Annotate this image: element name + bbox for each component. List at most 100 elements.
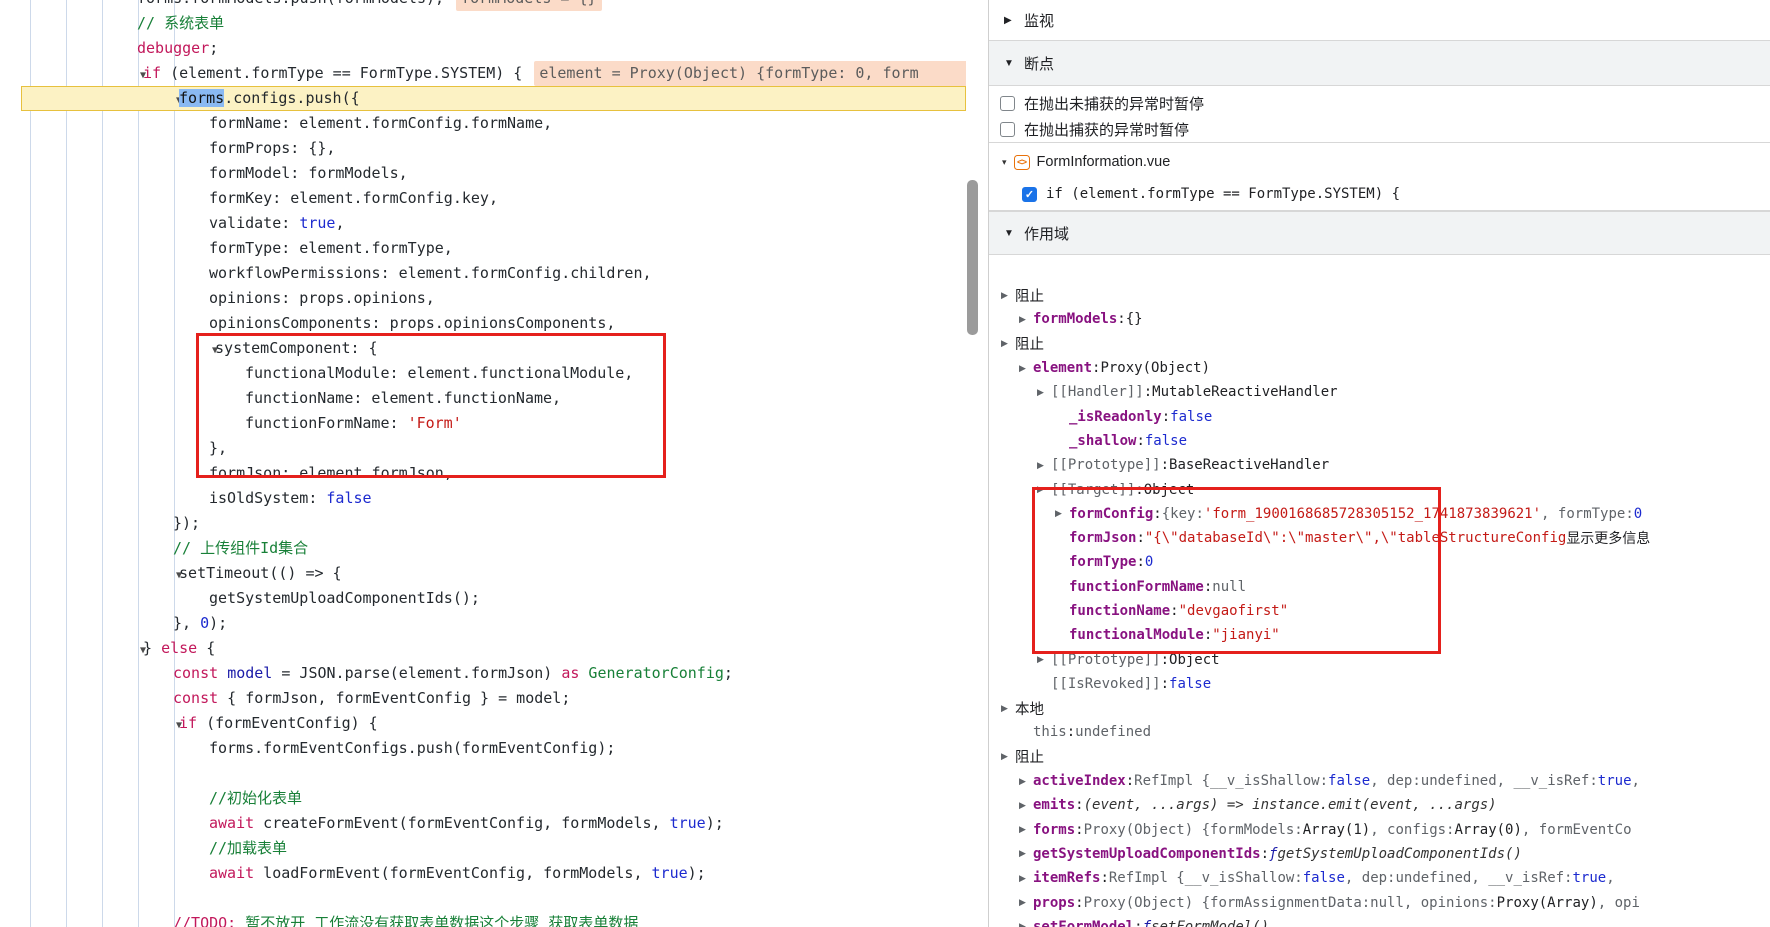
- code-token: 0: [200, 614, 209, 632]
- code-token: model: [227, 664, 272, 682]
- code-token: forms.formEventConfigs.push(formEventCon…: [209, 739, 615, 757]
- scope-row[interactable]: ▶props: Proxy(Object) {formAssignmentDat…: [989, 890, 1770, 914]
- code-line[interactable]: });: [0, 511, 966, 536]
- scope-row[interactable]: ▶forms: Proxy(Object) {formModels: Array…: [989, 818, 1770, 842]
- code-line[interactable]: // 系统表单: [0, 11, 966, 36]
- disclosure-triangle-icon[interactable]: ▶: [1019, 921, 1033, 927]
- disclosure-triangle-icon[interactable]: ▶: [1019, 824, 1033, 835]
- code-line[interactable]: getSystemUploadComponentIds();: [0, 586, 966, 611]
- code-line[interactable]: formModel: formModels,: [0, 161, 966, 186]
- code-line[interactable]: validate: true,: [0, 211, 966, 236]
- disclosure-triangle-icon[interactable]: ▶: [1019, 897, 1033, 908]
- code-token: formKey: element.formConfig.key,: [209, 189, 498, 207]
- scope-row[interactable]: ▶itemRefs: RefImpl {__v_isShallow: false…: [989, 866, 1770, 890]
- property-name: itemRefs: [1033, 870, 1100, 886]
- property-name: this: [1033, 724, 1067, 740]
- disclosure-triangle-icon[interactable]: ▶: [1019, 314, 1033, 325]
- code-line[interactable]: //初始化表单: [0, 786, 966, 811]
- code-line[interactable]: [0, 886, 966, 911]
- scope-row[interactable]: ▶阻止: [989, 745, 1770, 769]
- scope-row[interactable]: ▶setFormModel: ƒ setFormModel(): [989, 915, 1770, 927]
- property-value: undefined: [1421, 773, 1497, 789]
- checkbox[interactable]: [1000, 122, 1015, 137]
- colon: :: [1092, 360, 1100, 376]
- property-value: , opi: [1598, 895, 1640, 911]
- scope-row[interactable]: ▶[[Prototype]]: BaseReactiveHandler: [989, 453, 1770, 477]
- scope-row[interactable]: ▶getSystemUploadComponentIds: ƒ getSyste…: [989, 842, 1770, 866]
- property-value: ,: [1606, 870, 1614, 886]
- code-line[interactable]: const model = JSON.parse(element.formJso…: [0, 661, 966, 686]
- scope-row[interactable]: _isReadonly: false: [989, 404, 1770, 428]
- code-line[interactable]: isOldSystem: false: [0, 486, 966, 511]
- disclosure-triangle-icon[interactable]: ▶: [1001, 290, 1015, 301]
- pause-on-exception-option[interactable]: 在抛出捕获的异常时暂停: [989, 116, 1770, 142]
- scope-row[interactable]: ▶本地: [989, 696, 1770, 720]
- chevron-down-icon: ▾: [1002, 157, 1007, 168]
- code-line[interactable]: formKey: element.formConfig.key,: [0, 186, 966, 211]
- scope-row[interactable]: ▶阻止: [989, 332, 1770, 356]
- code-line[interactable]: //TODO: 暂不放开 工作流没有获取表单数据这个步骤 获取表单数据: [0, 911, 966, 927]
- disclosure-triangle-icon[interactable]: ▶: [1001, 703, 1015, 714]
- checkbox[interactable]: [1000, 96, 1015, 111]
- disclosure-triangle-icon[interactable]: ▶: [1019, 848, 1033, 859]
- code-line[interactable]: // 上传组件Id集合: [0, 536, 966, 561]
- property-value: (event, ...args) => instance.emit(event,…: [1084, 797, 1497, 813]
- breakpoint-checkbox[interactable]: ✓: [1022, 187, 1037, 202]
- code-line[interactable]: formProps: {},: [0, 136, 966, 161]
- breakpoint-file-group[interactable]: ▾ <> FormInformation.vue: [989, 143, 1770, 181]
- code-line[interactable]: debugger;: [0, 36, 966, 61]
- disclosure-triangle-icon[interactable]: ▶: [1001, 338, 1015, 349]
- disclosure-triangle-icon[interactable]: ▶: [1037, 460, 1051, 471]
- code-line[interactable]: [0, 761, 966, 786]
- code-line[interactable]: forms.formEventConfigs.push(formEventCon…: [0, 736, 966, 761]
- code-line[interactable]: opinions: props.opinions,: [0, 286, 966, 311]
- code-line[interactable]: const { formJson, formEventConfig } = mo…: [0, 686, 966, 711]
- code-line[interactable]: ▼setTimeout(() => {: [0, 561, 966, 586]
- code-line[interactable]: await loadFormEvent(formEventConfig, for…: [0, 861, 966, 886]
- scope-row[interactable]: ▶formModels: {}: [989, 307, 1770, 331]
- property-value: , __v_isRef:: [1471, 870, 1572, 886]
- code-line[interactable]: }, 0);: [0, 611, 966, 636]
- scope-row[interactable]: ▶element: Proxy(Object): [989, 356, 1770, 380]
- scope-row[interactable]: ▶[[Handler]]: MutableReactiveHandler: [989, 380, 1770, 404]
- code-line[interactable]: formName: element.formConfig.formName,: [0, 111, 966, 136]
- scope-row[interactable]: [[IsRevoked]]: false: [989, 672, 1770, 696]
- scope-row[interactable]: _shallow: false: [989, 429, 1770, 453]
- property-value: {}: [1126, 311, 1143, 327]
- code-line[interactable]: forms.formModels.push(formModels);formMo…: [0, 0, 966, 11]
- colon: :: [1144, 384, 1152, 400]
- disclosure-triangle-icon[interactable]: ▶: [1019, 800, 1033, 811]
- code-line[interactable]: ▼forms.configs.push({: [0, 86, 966, 111]
- property-name: [[IsRevoked]]: [1051, 676, 1161, 692]
- code-line[interactable]: ▼} else {: [0, 636, 966, 661]
- code-token: false: [326, 489, 371, 507]
- editor-scrollbar-thumb[interactable]: [967, 180, 978, 335]
- code-line[interactable]: ▼if (formEventConfig) {: [0, 711, 966, 736]
- scope-row[interactable]: ▶activeIndex: RefImpl {__v_isShallow: fa…: [989, 769, 1770, 793]
- breakpoint-entry[interactable]: ✓ if (element.formType == FormType.SYSTE…: [989, 181, 1770, 207]
- property-value: , __v_isRef:: [1497, 773, 1598, 789]
- scope-row[interactable]: this: undefined: [989, 720, 1770, 744]
- disclosure-triangle-icon[interactable]: ▶: [1019, 363, 1033, 374]
- scope-section-header[interactable]: ▼ 作用域: [989, 211, 1770, 255]
- breakpoints-section-header[interactable]: ▼ 断点: [989, 41, 1770, 86]
- code-line[interactable]: //加载表单: [0, 836, 966, 861]
- property-value: 显示更多信息: [1566, 528, 1650, 548]
- disclosure-triangle-icon[interactable]: ▶: [1037, 387, 1051, 398]
- colon: :: [1100, 870, 1108, 886]
- disclosure-triangle-icon[interactable]: ▶: [1037, 654, 1051, 665]
- code-line[interactable]: ▼if (element.formType == FormType.SYSTEM…: [0, 61, 966, 86]
- code-line[interactable]: formType: element.formType,: [0, 236, 966, 261]
- pause-on-exception-option[interactable]: 在抛出未捕获的异常时暂停: [989, 90, 1770, 116]
- property-name: [[Prototype]]: [1051, 457, 1161, 473]
- disclosure-triangle-icon[interactable]: ▶: [1019, 873, 1033, 884]
- disclosure-triangle-icon[interactable]: ▶: [1019, 776, 1033, 787]
- scope-row[interactable]: ▶emits: (event, ...args) => instance.emi…: [989, 793, 1770, 817]
- code-token: formType: element.formType,: [209, 239, 453, 257]
- code-token: if: [179, 714, 197, 732]
- watch-section-header[interactable]: ▶ 监视: [989, 0, 1770, 41]
- scope-row[interactable]: ▶阻止: [989, 283, 1770, 307]
- code-line[interactable]: await createFormEvent(formEventConfig, f…: [0, 811, 966, 836]
- code-line[interactable]: workflowPermissions: element.formConfig.…: [0, 261, 966, 286]
- disclosure-triangle-icon[interactable]: ▶: [1001, 751, 1015, 762]
